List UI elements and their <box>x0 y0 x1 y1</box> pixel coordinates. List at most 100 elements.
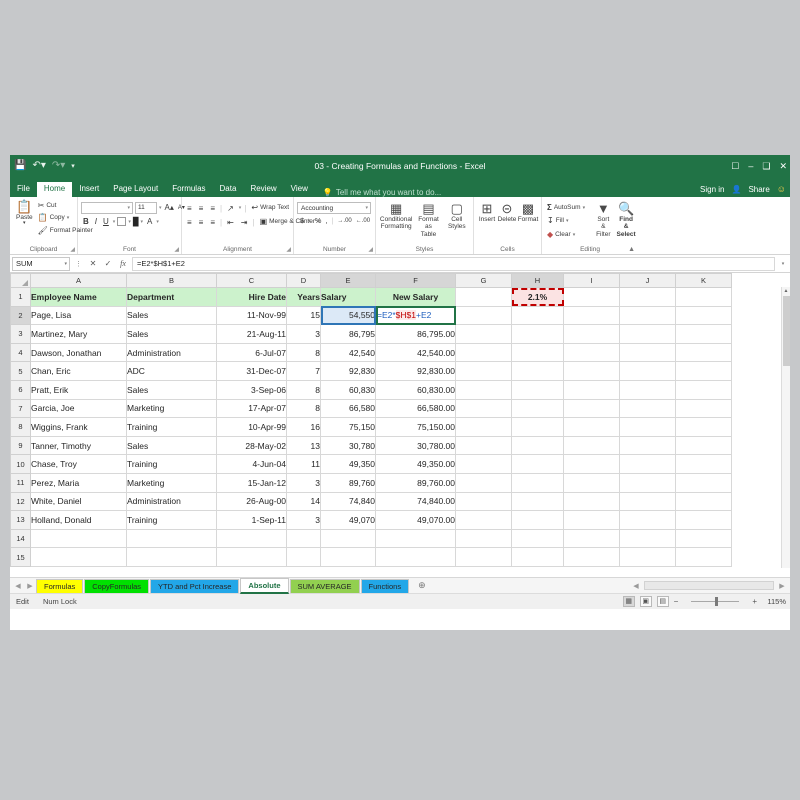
undo-icon[interactable]: ↶▾ <box>32 161 45 171</box>
cell-A9[interactable]: Tanner, Timothy <box>30 435 127 456</box>
cell-E6[interactable]: 60,830 <box>320 379 376 400</box>
cell-C14[interactable] <box>216 528 287 549</box>
font-color-icon[interactable]: A <box>145 217 154 226</box>
next-sheet-icon[interactable]: ▶ <box>24 582 36 590</box>
align-top-icon[interactable]: ≡ <box>185 204 194 213</box>
cell-E8[interactable]: 75,150 <box>320 417 376 437</box>
cell-B5[interactable]: ADC <box>126 361 217 381</box>
paste-button[interactable]: 📋 Paste ▾ <box>13 199 36 228</box>
cell-H6[interactable] <box>511 379 564 400</box>
cell-D7[interactable]: 8 <box>286 398 321 419</box>
add-sheet-icon[interactable]: ⊕ <box>410 580 426 591</box>
sheet-tab-ytd-and-pct-increase[interactable]: YTD and Pct Increase <box>150 578 240 593</box>
decrease-decimal-icon[interactable]: ←.00 <box>356 218 370 224</box>
cell-G13[interactable] <box>455 510 512 530</box>
customize-qat-icon[interactable]: ▾ <box>71 163 75 170</box>
row-header-12[interactable]: 12 <box>10 491 31 512</box>
cell-C11[interactable]: 15-Jan-12 <box>216 472 287 493</box>
column-header-B[interactable]: B <box>126 273 217 288</box>
cell-A14[interactable] <box>30 528 127 549</box>
row-header-10[interactable]: 10 <box>10 454 31 474</box>
share-button[interactable]: Share <box>748 185 769 194</box>
number-format-select[interactable]: Accounting ▾ <box>297 202 371 214</box>
cell-C2[interactable]: 11-Nov-99 <box>216 305 287 326</box>
cell-A11[interactable]: Perez, Maria <box>30 472 127 493</box>
vertical-scroll-thumb[interactable] <box>783 296 790 366</box>
name-box[interactable]: SUM ▾ <box>12 256 70 271</box>
enter-formula-button[interactable]: ✓ <box>102 259 114 268</box>
cell-H7[interactable] <box>511 398 564 419</box>
cell-D10[interactable]: 11 <box>286 454 321 474</box>
cell-H13[interactable] <box>511 510 564 530</box>
hscroll-right-icon[interactable]: ▶ <box>776 582 788 590</box>
ribbon-tab-page-layout[interactable]: Page Layout <box>106 182 165 197</box>
chevron-down-icon[interactable]: ▾ <box>128 219 131 225</box>
sheet-tab-functions[interactable]: Functions <box>360 578 410 593</box>
cell-C10[interactable]: 4-Jun-04 <box>216 454 287 474</box>
align-left-icon[interactable]: ≡ <box>185 218 194 227</box>
cell-H12[interactable] <box>511 491 564 512</box>
zoom-slider-thumb[interactable] <box>715 597 719 606</box>
cell-K14[interactable] <box>675 528 732 549</box>
cell-I14[interactable] <box>563 528 620 549</box>
cell-G11[interactable] <box>455 472 512 493</box>
cell-E12[interactable]: 74,840 <box>320 491 376 512</box>
comma-format-button[interactable]: , <box>325 216 327 225</box>
cell-C5[interactable]: 31-Dec-07 <box>216 361 287 381</box>
cell-B13[interactable]: Training <box>126 510 217 530</box>
zoom-slider[interactable] <box>683 597 747 607</box>
cell-J1[interactable] <box>619 287 676 307</box>
horizontal-scrollbar[interactable] <box>644 581 774 590</box>
collapse-ribbon-icon[interactable]: ▲ <box>628 246 635 253</box>
align-right-icon[interactable]: ≡ <box>208 218 217 227</box>
cell-A12[interactable]: White, Daniel <box>30 491 127 512</box>
row-header-8[interactable]: 8 <box>10 417 31 437</box>
clear-button[interactable]: ◆ Clear ▾ <box>545 229 587 241</box>
format-cells-button[interactable]: ▩ Format <box>517 201 539 224</box>
cell-F7[interactable]: 66,580.00 <box>375 398 456 419</box>
cell-F5[interactable]: 92,830.00 <box>375 361 456 381</box>
chevron-down-icon[interactable]: ▾ <box>141 219 144 225</box>
cell-E5[interactable]: 92,830 <box>320 361 376 381</box>
cell-A15[interactable] <box>30 547 127 567</box>
cell-C1[interactable]: Hire Date <box>216 287 287 307</box>
vertical-scrollbar[interactable]: ▲ <box>781 287 790 568</box>
chevron-down-icon[interactable]: ▾ <box>583 205 586 212</box>
cell-B3[interactable]: Sales <box>126 324 217 344</box>
column-header-J[interactable]: J <box>619 273 676 288</box>
cell-I7[interactable] <box>563 398 620 419</box>
cell-G14[interactable] <box>455 528 512 549</box>
cell-F14[interactable] <box>375 528 456 549</box>
cell-J10[interactable] <box>619 454 676 474</box>
cell-J14[interactable] <box>619 528 676 549</box>
normal-view-icon[interactable]: ▦ <box>622 596 635 607</box>
cell-K5[interactable] <box>675 361 732 381</box>
cell-E13[interactable]: 49,070 <box>320 510 376 530</box>
conditional-formatting-button[interactable]: ▦ Conditional Formatting <box>379 201 413 232</box>
cell-H2[interactable] <box>511 305 564 326</box>
row-header-4[interactable]: 4 <box>10 342 31 363</box>
cell-B12[interactable]: Administration <box>126 491 217 512</box>
cell-B7[interactable]: Marketing <box>126 398 217 419</box>
page-layout-view-icon[interactable]: ▣ <box>639 596 652 607</box>
chevron-down-icon[interactable]: ▾ <box>308 218 311 224</box>
cell-K9[interactable] <box>675 435 732 456</box>
clipboard-dialog-launcher-icon[interactable]: ◢ <box>70 246 75 253</box>
cell-A8[interactable]: Wiggins, Frank <box>30 417 127 437</box>
cell-J8[interactable] <box>619 417 676 437</box>
cell-A3[interactable]: Martinez, Mary <box>30 324 127 344</box>
sheet-tab-sum-average[interactable]: SUM AVERAGE <box>289 578 360 593</box>
cell-D4[interactable]: 8 <box>286 342 321 363</box>
chevron-down-icon[interactable]: ▾ <box>573 232 576 239</box>
cell-I4[interactable] <box>563 342 620 363</box>
cell-E4[interactable]: 42,540 <box>320 342 376 363</box>
align-middle-icon[interactable]: ≡ <box>197 204 206 213</box>
cell-H15[interactable] <box>511 547 564 567</box>
cell-B4[interactable]: Administration <box>126 342 217 363</box>
cell-G15[interactable] <box>455 547 512 567</box>
chevron-down-icon[interactable]: ▾ <box>159 205 162 211</box>
row-header-7[interactable]: 7 <box>10 398 31 419</box>
fill-color-icon[interactable]: █ <box>133 217 139 226</box>
cell-G3[interactable] <box>455 324 512 344</box>
redo-icon[interactable]: ↷▾ <box>52 161 65 171</box>
